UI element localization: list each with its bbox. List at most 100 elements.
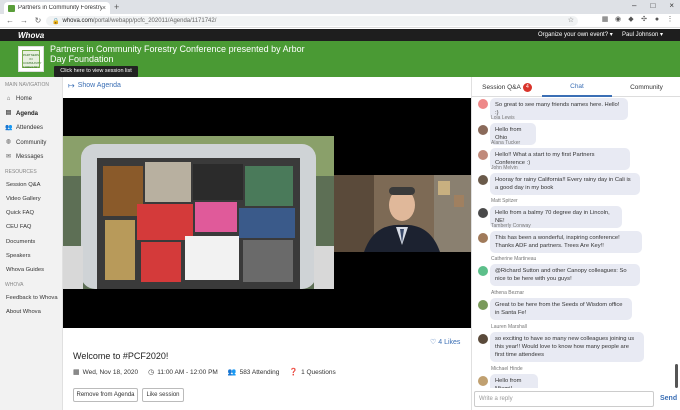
sidebar-item-session-qa[interactable]: Session Q&A (0, 178, 62, 192)
video-player[interactable] (63, 98, 471, 328)
show-agenda-link[interactable]: ↦ Show Agenda (68, 81, 121, 90)
favicon-icon (8, 4, 15, 12)
like-session-button[interactable]: Like session (142, 388, 184, 402)
agenda-icon: ▤ (5, 110, 12, 117)
tab-community[interactable]: Community (612, 77, 680, 97)
url-path: /portal/webapp/pcfc_202011/Agenda/117174… (92, 18, 217, 24)
avatar (478, 376, 488, 386)
sidebar-heading-resources: RESOURCES (5, 168, 37, 175)
community-icon: ◍ (5, 139, 12, 146)
whova-logo[interactable]: Whova (18, 31, 44, 40)
reload-icon[interactable]: ↻ (34, 16, 42, 25)
sidebar-item-attendees[interactable]: 👥 Attendees (0, 121, 62, 136)
arrow-right-icon: ↦ (68, 81, 75, 90)
sidebar-item-quick-faq[interactable]: Quick FAQ (0, 206, 62, 220)
message-text: Hello from Miami! (490, 374, 538, 388)
message-text: so exciting to have so many new colleagu… (490, 332, 644, 362)
puzzle-icon[interactable]: ✣ (640, 16, 648, 24)
sidebar-item-messages[interactable]: ✉ Messages (0, 150, 62, 165)
show-agenda-label: Show Agenda (77, 82, 121, 89)
sidebar-item-whova-guides[interactable]: Whova Guides (0, 263, 62, 277)
tab-chat[interactable]: Chat (542, 77, 612, 97)
clock-icon: ◷ (148, 369, 155, 376)
avatar (478, 175, 488, 185)
event-logo: PARTNERS IN COMMUNITY FORESTRY (18, 46, 44, 72)
tab-label: Community (630, 83, 663, 91)
sidebar-item-speakers[interactable]: Speakers (0, 249, 62, 263)
reply-input[interactable]: Write a reply (474, 391, 654, 407)
likes-count: 4 Likes (438, 339, 461, 346)
menu-dots-icon[interactable]: ⋮ (666, 16, 674, 24)
close-window-icon[interactable]: × (669, 1, 674, 10)
sidebar-item-documents[interactable]: Documents (0, 235, 62, 249)
avatar (478, 150, 488, 160)
send-button[interactable]: Send (660, 395, 677, 402)
browser-tab-bar: Partners in Community Forestry Conferenc… (0, 0, 680, 14)
sidebar-item-label: Home (16, 96, 33, 103)
extension-icon[interactable]: ▦ (601, 16, 609, 24)
extension-icon[interactable]: ◉ (614, 16, 622, 24)
avatar (478, 334, 488, 344)
profile-avatar-icon[interactable]: ● (653, 16, 661, 24)
chat-list[interactable]: So great to see many friends names here.… (472, 98, 675, 388)
attendees-icon: 👥 (5, 124, 13, 131)
address-bar-row: ← → ↻ 🔒 whova.com /portal/webapp/pcfc_20… (0, 14, 680, 28)
url-field[interactable]: 🔒 whova.com /portal/webapp/pcfc_202011/A… (46, 16, 578, 26)
tab-label: Session Q&A (482, 83, 521, 91)
sender-name: Lauren Marshall (491, 324, 527, 330)
sidebar: MAIN NAVIGATION ⌂ Home ▤ Agenda 👥 Attend… (0, 77, 63, 410)
organize-event-link[interactable]: Organize your own event? ▾ (538, 31, 613, 38)
browser-tab[interactable]: Partners in Community Forestry Conferenc… (4, 2, 110, 14)
browser-tab-title: Partners in Community Forestry Conferenc… (18, 5, 102, 11)
user-menu[interactable]: Paul Johnson ▾ (622, 31, 663, 38)
extension-icons: ▦ ◉ ◆ ✣ ● ⋮ (601, 16, 674, 24)
avatar (478, 99, 488, 109)
sidebar-item-about-whova[interactable]: About Whova (0, 305, 62, 319)
event-title: Partners in Community Forestry Conferenc… (50, 44, 305, 64)
extension-icon[interactable]: ◆ (627, 16, 635, 24)
message-text: Great to be here from the Seeds of Wisdo… (490, 298, 632, 320)
sender-name: Lola Lewis (491, 115, 515, 121)
sidebar-item-label: Agenda (16, 110, 39, 117)
tab-session-qa[interactable]: Session Q&A 4 (472, 77, 542, 97)
avatar (478, 125, 488, 135)
sidebar-heading-whova: WHOVA (5, 281, 24, 288)
chat-scrollbar[interactable] (675, 364, 678, 388)
lock-icon: 🔒 (52, 18, 60, 25)
sender-name: Athena Beznar (491, 290, 525, 296)
window-controls: – □ × (632, 1, 674, 10)
sender-name: Tamberly Conway (491, 223, 531, 229)
questions-count: 1 Questions (301, 368, 336, 376)
sidebar-item-label: Messages (16, 154, 44, 161)
maximize-icon[interactable]: □ (650, 1, 655, 10)
session-title: Welcome to #PCF2020! (73, 351, 169, 361)
sidebar-item-feedback[interactable]: Feedback to Whova (0, 291, 62, 305)
sidebar-item-agenda[interactable]: ▤ Agenda (0, 107, 62, 122)
session-list-tooltip: Click here to view session list (54, 66, 138, 77)
forward-icon[interactable]: → (20, 16, 28, 25)
heart-icon: ♡ (430, 339, 437, 346)
url-host: whova.com (62, 18, 93, 24)
message-text: This has been a wonderful, inspiring con… (490, 231, 642, 253)
likes-button[interactable]: ♡ 4 Likes (430, 338, 460, 346)
back-icon[interactable]: ← (6, 16, 14, 25)
close-tab-icon[interactable]: × (102, 5, 106, 12)
avatar (478, 208, 488, 218)
video-feed-main (63, 136, 334, 289)
sidebar-item-ceu-faq[interactable]: CEU FAQ (0, 220, 62, 234)
sidebar-item-home[interactable]: ⌂ Home (0, 92, 62, 107)
sidebar-item-video-gallery[interactable]: Video Gallery (0, 192, 62, 206)
avatar (478, 300, 488, 310)
calendar-icon: ▦ (73, 369, 80, 376)
attendees-count-icon: 👥 (227, 369, 237, 376)
minimize-icon[interactable]: – (632, 1, 636, 10)
home-icon: ⌂ (6, 95, 11, 102)
sidebar-item-label: Community (16, 139, 47, 146)
remove-from-agenda-button[interactable]: Remove from Agenda (73, 388, 138, 402)
sender-name: Alana Tucker (491, 140, 521, 146)
bookmark-star-icon[interactable]: ☆ (568, 16, 574, 24)
sidebar-item-community[interactable]: ◍ Community (0, 136, 62, 151)
sender-name: John Melvin (491, 165, 518, 171)
new-tab-button[interactable]: + (114, 2, 119, 12)
panel-tabs: Session Q&A 4 Chat Community (472, 77, 680, 97)
